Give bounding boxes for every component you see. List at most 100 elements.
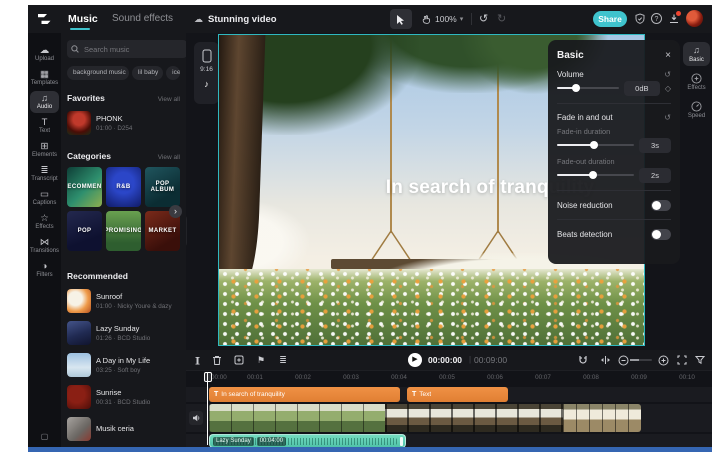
track-mute-button[interactable] <box>189 411 203 425</box>
sidebar-item-captions[interactable]: ▭Captions <box>30 187 59 209</box>
share-button[interactable]: Share <box>593 11 627 27</box>
project-title[interactable]: Stunning video <box>208 14 277 25</box>
strip-item-speed[interactable]: Speed <box>683 98 710 122</box>
category-tile[interactable]: POP <box>67 211 102 251</box>
play-button[interactable]: ▶ <box>408 353 422 367</box>
captions-icon: ▭ <box>40 189 49 200</box>
song-item[interactable]: Musik ceria <box>67 417 180 441</box>
tag-chip[interactable]: lil baby <box>132 66 163 80</box>
reset-icon[interactable]: ↺ <box>664 70 671 79</box>
freeze-button[interactable] <box>232 353 246 367</box>
category-tile[interactable]: PROMISING <box>106 211 141 251</box>
transcript-icon: ≣ <box>41 165 49 176</box>
song-item[interactable]: Sunroof01:00 · Nicky Youre & dazy <box>67 289 180 313</box>
zoom-out-button[interactable] <box>616 353 630 367</box>
sidebar-item-transitions[interactable]: ⋈Transitions <box>30 235 59 257</box>
help-button[interactable]: ? <box>651 13 662 24</box>
link-adjust-icon <box>600 355 611 365</box>
panel-toggle-icon[interactable]: ▢ <box>41 432 49 441</box>
tag-chip[interactable]: background music <box>67 66 129 80</box>
divider <box>557 190 671 191</box>
text-clip-icon: T <box>412 391 416 398</box>
magnet-button[interactable] <box>576 353 590 367</box>
song-item[interactable]: Lazy Sunday01:26 · BCD Studio <box>67 321 180 345</box>
zoom-level-value: 100% <box>435 14 457 24</box>
elements-icon: ⊞ <box>41 141 49 152</box>
sidebar-item-transcript[interactable]: ≣Transcript <box>30 163 59 185</box>
category-tile[interactable]: POP ALBUM <box>145 167 180 207</box>
volume-slider[interactable] <box>557 87 619 89</box>
sidebar-item-text[interactable]: TText <box>30 115 59 137</box>
text-icon: T <box>42 117 48 128</box>
transcript-tool-button[interactable]: ≣ <box>276 353 290 367</box>
audio-clip-duration: 00:04:00 <box>257 437 286 446</box>
video-clip[interactable] <box>209 404 641 432</box>
timeline-ruler[interactable]: 00:00 00:01 00:02 00:03 00:04 00:05 00:0… <box>186 371 712 384</box>
sidebar-item-templates[interactable]: ▦Templates <box>30 67 59 89</box>
playhead-handle[interactable] <box>204 372 212 382</box>
audio-clip[interactable]: Lazy Sunday 00:04:00 <box>209 434 406 447</box>
strip-item-effects[interactable]: Effects <box>683 70 710 94</box>
sidebar-item-upload[interactable]: ☁Upload <box>30 43 59 65</box>
fit-timeline-button[interactable] <box>675 353 689 367</box>
tag-chip[interactable]: ice <box>166 66 180 80</box>
categories-scroll-next-button[interactable]: › <box>169 205 182 218</box>
delete-button[interactable] <box>210 353 224 367</box>
song-item[interactable]: Sunrise00:31 · BCD Studio <box>67 385 180 409</box>
select-cursor-button[interactable] <box>390 9 412 29</box>
sidebar-item-elements[interactable]: ⊞Elements <box>30 139 59 161</box>
timeline-zoom-slider[interactable] <box>630 359 652 361</box>
volume-label: Volume <box>557 70 584 79</box>
playhead-line[interactable] <box>207 372 208 445</box>
fade-in-slider[interactable] <box>557 144 634 146</box>
keyframe-icon[interactable]: ◇ <box>665 84 671 93</box>
undo-button[interactable]: ↺ <box>479 5 488 33</box>
category-tile[interactable]: RECOMMEND <box>67 167 102 207</box>
text-clip-2[interactable]: T Text <box>407 387 508 402</box>
tab-sound-effects[interactable]: Sound effects <box>112 5 173 33</box>
category-grid: RECOMMEND R&B POP ALBUM POP PROMISING MA… <box>67 167 180 251</box>
zoom-in-button[interactable] <box>656 353 670 367</box>
marker-button[interactable]: ⚑ <box>254 353 268 367</box>
noise-reduction-label: Noise reduction <box>557 201 613 210</box>
redo-button[interactable]: ↻ <box>497 5 506 33</box>
reset-icon[interactable]: ↺ <box>664 113 671 122</box>
video-thumbnails-field <box>209 404 385 432</box>
sidebar-item-effects[interactable]: ☆Effects <box>30 211 59 233</box>
search-input[interactable] <box>82 44 183 55</box>
fade-in-value[interactable]: 3s <box>639 138 671 153</box>
aspect-ratio-card[interactable]: 9:16 ♪ <box>194 42 219 104</box>
fade-out-value[interactable]: 2s <box>639 168 671 183</box>
track-display-button[interactable] <box>693 353 707 367</box>
tab-music-underline <box>70 28 90 30</box>
fade-out-slider[interactable] <box>557 174 634 176</box>
volume-value[interactable]: 0dB <box>624 81 660 96</box>
hand-tool-button[interactable] <box>415 9 437 29</box>
shield-check-icon[interactable] <box>634 13 646 25</box>
favorite-item[interactable]: PHONK01:00 · D254 <box>67 111 180 135</box>
auto-link-button[interactable] <box>598 353 612 367</box>
favorites-view-all[interactable]: View all <box>158 96 180 103</box>
noise-reduction-toggle[interactable] <box>651 200 671 211</box>
beats-detection-toggle[interactable] <box>651 229 671 240</box>
category-tile[interactable]: R&B <box>106 167 141 207</box>
split-button[interactable]: ][ <box>190 353 204 367</box>
flower-meadow <box>219 269 644 345</box>
upload-icon: ☁ <box>40 45 50 56</box>
user-avatar[interactable] <box>686 10 703 27</box>
magnet-icon <box>578 355 588 365</box>
categories-view-all[interactable]: View all <box>158 154 180 161</box>
top-bar: Music Sound effects ☁ Stunning video 100… <box>28 5 712 33</box>
tiktok-icon[interactable]: ♪ <box>204 79 209 89</box>
sidebar-item-filters[interactable]: ◑Filters <box>30 259 59 281</box>
strip-item-basic[interactable]: ♫ Basic <box>683 42 710 66</box>
basic-panel-title: Basic <box>557 50 584 61</box>
total-time: 00:09:00 <box>474 350 507 370</box>
tag-row: background music lil baby ice <box>67 66 180 80</box>
song-item[interactable]: A Day in My Life03:25 · Soft boy <box>67 353 180 377</box>
zoom-level-control[interactable]: 100% ▾ <box>435 5 463 33</box>
text-clip-1[interactable]: T In search of tranquility <box>209 387 400 402</box>
clip-trim-handle[interactable] <box>400 437 403 446</box>
close-icon[interactable]: × <box>665 50 671 61</box>
sidebar-item-audio[interactable]: ♫Audio <box>30 91 59 113</box>
